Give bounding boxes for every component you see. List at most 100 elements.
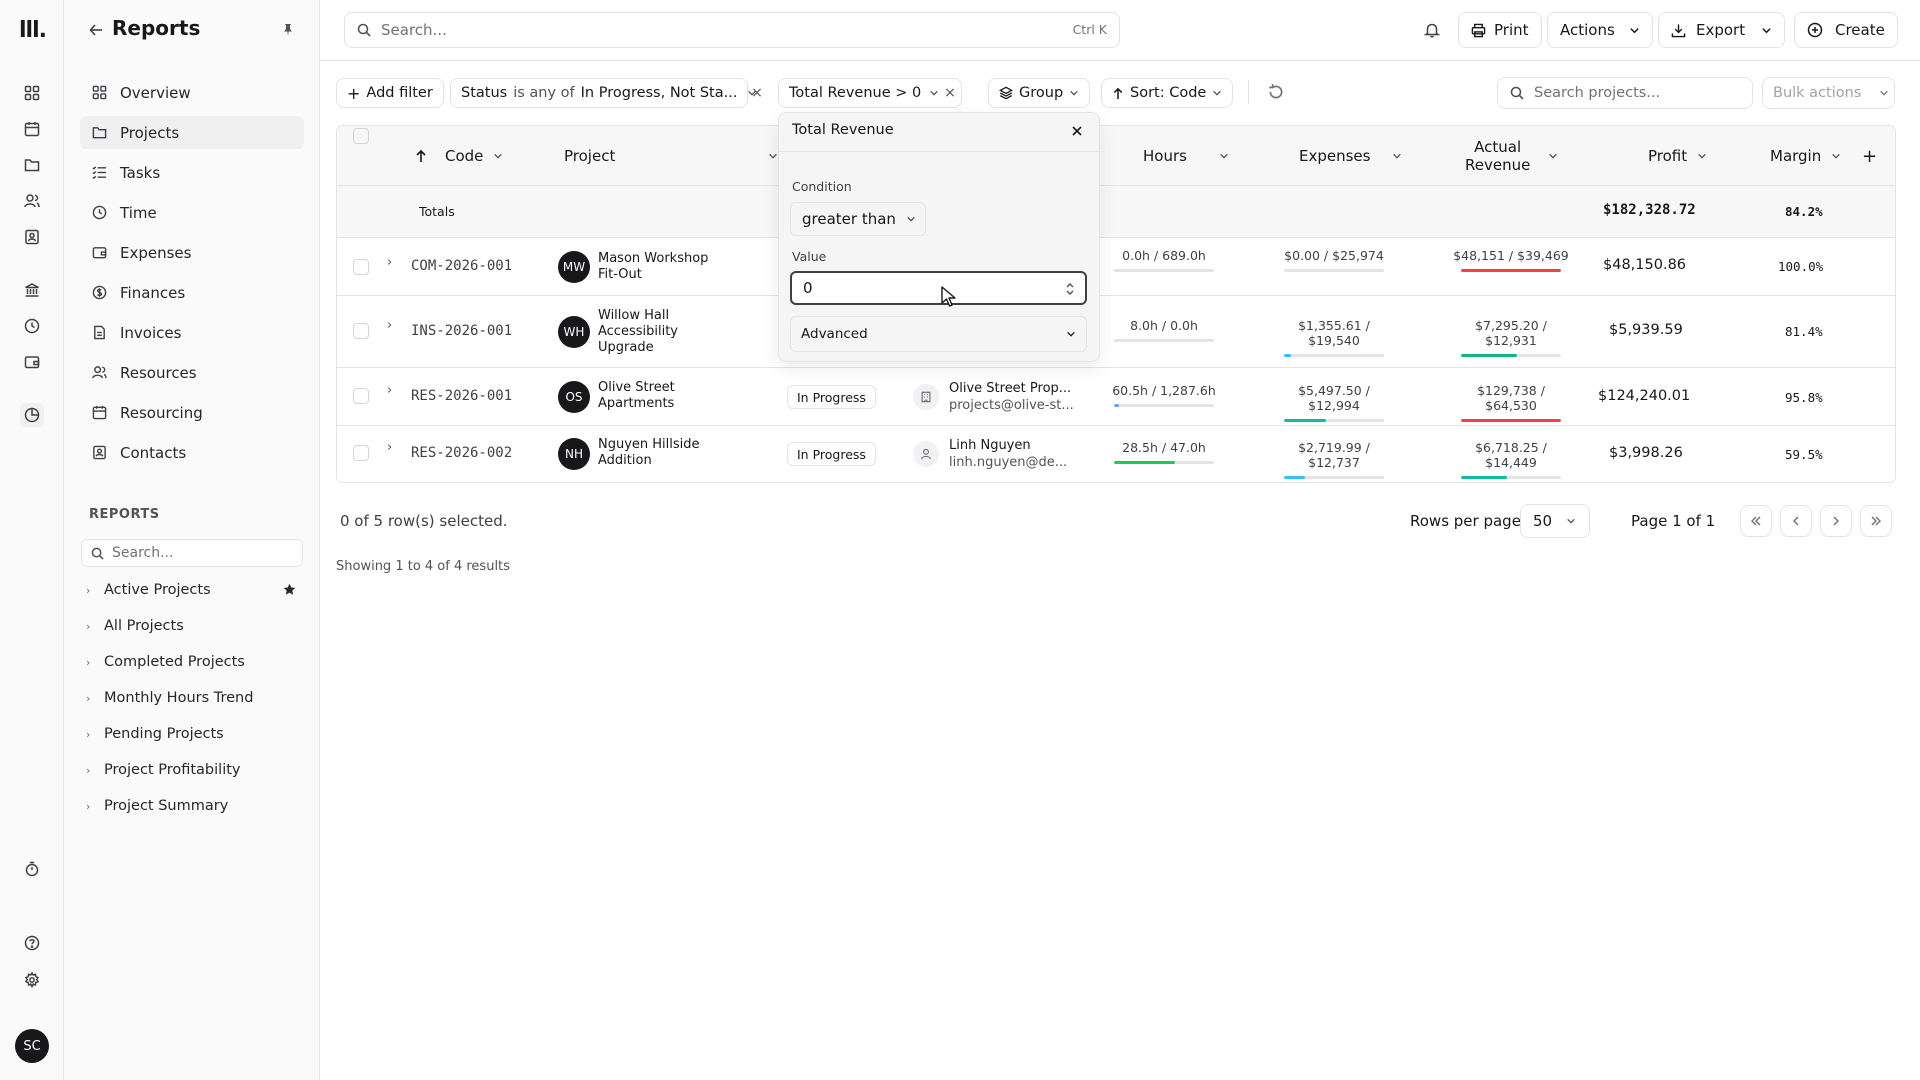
group-button[interactable]: Group [988, 78, 1091, 108]
previous-page-button[interactable] [1780, 505, 1812, 537]
sort-button[interactable]: Sort: Code [1101, 78, 1234, 108]
print-button[interactable]: Print [1458, 12, 1542, 48]
printer-icon [1471, 23, 1486, 38]
app-logo[interactable]: lll. [19, 18, 47, 43]
reports-pie-icon[interactable] [20, 403, 44, 427]
column-header-expenses[interactable]: Expenses [1299, 126, 1402, 186]
remove-status-filter-icon[interactable]: × [750, 85, 764, 101]
report-item-monthly-hours-trend[interactable]: › Monthly Hours Trend [86, 684, 304, 712]
table-row[interactable]: › RES-2026-001 OS Olive Street Apartment… [337, 368, 1895, 426]
project-code[interactable]: RES-2026-001 [411, 388, 512, 404]
timer-icon[interactable] [20, 857, 44, 881]
column-label: Project [564, 147, 616, 165]
sidebar-item-label: Contacts [120, 443, 187, 462]
hours-cell: 8.0h / 0.0h [1109, 318, 1219, 342]
row-checkbox[interactable] [353, 388, 369, 404]
sidebar-item-overview[interactable]: Overview [80, 76, 304, 109]
user-avatar[interactable]: SC [15, 1029, 49, 1063]
client-info[interactable]: Olive Street Prop... projects@olive-st..… [949, 380, 1074, 414]
expenses-progress-bar [1284, 476, 1384, 479]
report-item-pending-projects[interactable]: › Pending Projects [86, 720, 304, 748]
column-header-hours[interactable]: Hours [1143, 126, 1229, 186]
first-page-button[interactable] [1740, 505, 1772, 537]
project-name[interactable]: Nguyen Hillside Addition [598, 437, 700, 469]
last-page-button[interactable] [1860, 505, 1892, 537]
project-name[interactable]: Willow Hall Accessibility Upgrade [598, 308, 678, 356]
sidebar-item-finances[interactable]: Finances [80, 276, 304, 309]
project-code[interactable]: INS-2026-001 [411, 323, 512, 339]
table-row[interactable]: › INS-2026-001 WH Willow Hall Accessibil… [337, 296, 1895, 368]
row-checkbox[interactable] [353, 445, 369, 461]
column-header-code[interactable]: Code [415, 126, 503, 186]
sidebar-item-contacts[interactable]: Contacts [80, 436, 304, 469]
report-item-active-projects[interactable]: › Active Projects [86, 576, 304, 604]
help-icon[interactable] [20, 931, 44, 955]
status-filter-chip[interactable]: Status is any of In Progress, Not Sta... [450, 78, 757, 108]
project-search-input[interactable]: Search projects... [1497, 77, 1753, 109]
page-indicator: Page 1 of 1 [1631, 512, 1716, 530]
sidebar-item-projects[interactable]: Projects [80, 116, 304, 149]
sidebar-item-resourcing[interactable]: Resourcing [80, 396, 304, 429]
project-code[interactable]: COM-2026-001 [411, 258, 512, 274]
project-name[interactable]: Olive Street Apartments [598, 380, 675, 412]
sidebar-item-time[interactable]: Time [80, 196, 304, 229]
folder-icon[interactable] [20, 153, 44, 177]
rows-per-page-select[interactable]: 50 [1520, 504, 1590, 538]
select-all-checkbox[interactable] [353, 128, 369, 144]
close-icon[interactable] [1067, 121, 1087, 141]
expand-chevron-icon[interactable]: › [387, 440, 392, 455]
sidebar-item-tasks[interactable]: Tasks [80, 156, 304, 189]
sidebar-item-invoices[interactable]: Invoices [80, 316, 304, 349]
expand-chevron-icon[interactable]: › [387, 383, 392, 398]
advanced-toggle[interactable]: Advanced [790, 316, 1087, 352]
sidebar-item-resources[interactable]: Resources [80, 356, 304, 389]
users-icon[interactable] [20, 189, 44, 213]
project-name[interactable]: Mason Workshop Fit-Out [598, 251, 708, 283]
column-header-profit[interactable]: Profit [1648, 126, 1707, 186]
client-info[interactable]: Linh Nguyen linh.nguyen@de... [949, 437, 1067, 471]
bulk-actions-dropdown[interactable]: Bulk actions [1762, 77, 1895, 109]
report-item-completed-projects[interactable]: › Completed Projects [86, 648, 304, 676]
export-dropdown[interactable]: Export [1658, 12, 1786, 48]
column-header-margin[interactable]: Margin [1770, 126, 1841, 186]
reports-search-input[interactable]: Search... [81, 539, 303, 567]
row-checkbox[interactable] [353, 323, 369, 339]
contact-book-icon[interactable] [20, 225, 44, 249]
clock-icon[interactable] [20, 314, 44, 338]
expand-chevron-icon[interactable]: › [387, 318, 392, 333]
star-icon[interactable] [283, 583, 296, 596]
condition-select[interactable]: greater than [790, 202, 926, 236]
table-row[interactable]: › COM-2026-001 MW Mason Workshop Fit-Out… [337, 238, 1895, 296]
sidebar-item-label: Expenses [120, 243, 192, 262]
table-row[interactable]: › RES-2026-002 NH Nguyen Hillside Additi… [337, 426, 1895, 482]
bell-icon[interactable] [1420, 18, 1444, 42]
sidebar-item-expenses[interactable]: Expenses [80, 236, 304, 269]
project-code[interactable]: RES-2026-002 [411, 445, 512, 461]
bank-icon[interactable] [20, 278, 44, 302]
value-input[interactable]: 0 [790, 271, 1087, 305]
reset-icon[interactable] [1267, 83, 1287, 103]
add-filter-button[interactable]: + Add filter [336, 78, 444, 108]
report-item-project-profitability[interactable]: › Project Profitability [86, 756, 304, 784]
number-spinner-icon[interactable] [1065, 281, 1075, 297]
add-column-button[interactable]: + [1862, 126, 1877, 186]
next-page-button[interactable] [1820, 505, 1852, 537]
report-item-all-projects[interactable]: › All Projects [86, 612, 304, 640]
pin-icon[interactable] [278, 20, 298, 40]
wallet-icon[interactable] [20, 350, 44, 374]
global-search-input[interactable]: Search... Ctrl K [344, 12, 1120, 48]
actions-dropdown[interactable]: Actions [1547, 12, 1653, 48]
create-button[interactable]: Create [1794, 12, 1898, 48]
chevron-down-icon [1879, 88, 1889, 98]
remove-revenue-filter-icon[interactable]: × [943, 85, 957, 101]
column-header-project[interactable]: Project [564, 126, 784, 186]
column-header-actual-revenue[interactable]: Actual Revenue [1465, 126, 1558, 186]
back-arrow-icon[interactable] [86, 20, 106, 40]
settings-gear-icon[interactable] [20, 968, 44, 992]
row-checkbox[interactable] [353, 259, 369, 275]
dashboard-icon[interactable] [20, 81, 44, 105]
calendar-icon[interactable] [20, 117, 44, 141]
expand-chevron-icon[interactable]: › [387, 255, 392, 270]
report-item-project-summary[interactable]: › Project Summary [86, 792, 304, 820]
total-revenue-filter-chip[interactable]: Total Revenue > 0 [778, 78, 962, 108]
